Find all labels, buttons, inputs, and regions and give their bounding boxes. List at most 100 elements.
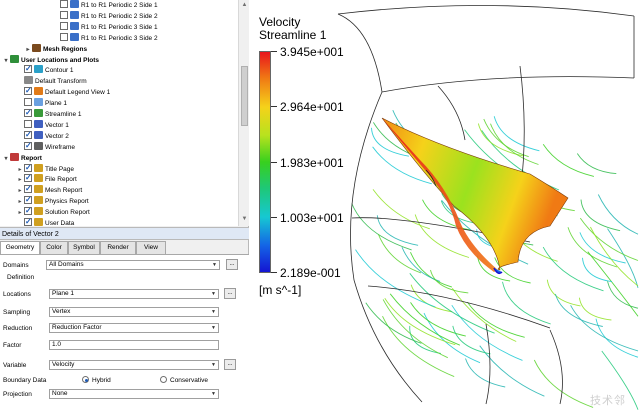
visibility-checkbox[interactable] (24, 107, 32, 118)
locations-select[interactable]: Plane 1 ▼ (49, 289, 219, 299)
geometry-form: Domains All Domains ▼ ... Definition Loc… (0, 254, 249, 416)
streamline-path (502, 281, 551, 325)
visibility-checkbox[interactable] (24, 119, 32, 128)
factor-input[interactable]: 1.0 (49, 340, 219, 350)
3d-scene[interactable] (250, 0, 640, 416)
mesh-regions-icon (32, 43, 41, 52)
factor-value: 1.0 (52, 341, 62, 348)
tab-symbol[interactable]: Symbol (68, 241, 100, 254)
tree-scrollbar[interactable]: ▲ ▼ (238, 0, 249, 226)
visibility-checkbox[interactable] (24, 63, 32, 74)
graphics-viewport[interactable]: Velocity Streamline 1 3.945e+001 2.964e+… (250, 0, 640, 416)
tree-item[interactable]: R1 to R1 Periodic 3 Side 2 (52, 32, 158, 44)
tree-item[interactable]: User Data (16, 216, 75, 226)
tree-item-label: User Data (45, 220, 75, 226)
visibility-checkbox[interactable] (60, 10, 68, 19)
visibility-checkbox[interactable] (60, 21, 68, 30)
legend-tick (271, 217, 277, 218)
tree-item[interactable]: ▸ Mesh Regions (24, 43, 87, 55)
details-panel-title: Details of Vector 2 (0, 227, 249, 240)
interface-icon (70, 10, 79, 19)
visibility-checkbox[interactable] (24, 162, 32, 173)
collapse-icon[interactable]: ▾ (2, 154, 10, 165)
legend-tick-label: 1.003e+001 (280, 211, 344, 225)
tree-item[interactable]: Plane 1 (16, 98, 67, 109)
variable-label: Variable (3, 362, 27, 369)
visibility-checkbox[interactable] (24, 216, 32, 226)
tab-view[interactable]: View (136, 241, 166, 254)
streamline-path (490, 123, 539, 165)
streamline-path (451, 288, 517, 342)
streamline-path (578, 297, 612, 321)
visibility-checkbox[interactable] (24, 85, 32, 96)
scroll-thumb[interactable] (241, 66, 248, 126)
visibility-checkbox[interactable] (60, 32, 68, 41)
plane-icon (34, 98, 43, 107)
visibility-checkbox[interactable] (24, 205, 32, 216)
streamline-path (401, 247, 441, 282)
hybrid-label: Hybrid (92, 377, 111, 384)
tree-item[interactable]: Vector 2 (16, 129, 69, 142)
tree-item[interactable]: ▾ Report (2, 152, 42, 165)
tree-item[interactable]: R1 to R1 Periodic 3 Side 1 (52, 21, 158, 33)
visibility-checkbox[interactable] (24, 194, 32, 205)
streamline-path (576, 153, 617, 175)
tree-item-label: Plane 1 (45, 100, 68, 108)
tree-item[interactable]: Vector 1 (16, 119, 69, 131)
streamline-path (384, 297, 456, 346)
variable-ellipsis-button[interactable]: ... (224, 359, 236, 370)
scroll-down-arrow-icon[interactable]: ▼ (240, 215, 249, 224)
chevron-down-icon: ▼ (211, 325, 216, 331)
mesh-report-icon (34, 185, 43, 194)
sampling-select[interactable]: Vertex ▼ (49, 307, 219, 317)
streamline-path (597, 194, 639, 235)
legend-max-label: 3.945e+001 (280, 45, 344, 59)
visibility-checkbox[interactable] (24, 140, 32, 151)
legend-title: Velocity Streamline 1 (259, 16, 326, 42)
tree-item[interactable]: Streamline 1 (16, 107, 82, 120)
visibility-checkbox[interactable] (24, 183, 32, 194)
tree-item-label: Contour 1 (45, 67, 74, 75)
physics-report-icon (34, 196, 43, 205)
streamline-path (365, 302, 422, 344)
legend-units: [m s^-1] (259, 283, 302, 297)
streamline-path (409, 325, 441, 354)
domains-ellipsis-button[interactable]: ... (226, 259, 238, 270)
domains-select[interactable]: All Domains ▼ (46, 260, 220, 270)
legend-tick (271, 51, 277, 52)
tree-item[interactable]: ▾ User Locations and Plots (2, 54, 99, 67)
collapse-icon[interactable]: ▾ (2, 56, 10, 67)
visibility-checkbox[interactable] (60, 0, 68, 8)
solution-report-icon (34, 207, 43, 216)
projection-select[interactable]: None ▼ (49, 389, 219, 399)
blade-surface (381, 117, 569, 275)
tree-item-label: Vector 2 (45, 132, 69, 140)
streamline-path (590, 226, 639, 287)
scroll-up-arrow-icon[interactable]: ▲ (240, 1, 249, 10)
reduction-label: Reduction (3, 325, 33, 332)
visibility-checkbox[interactable] (24, 129, 32, 140)
visibility-checkbox[interactable] (24, 172, 32, 183)
file-report-icon (34, 174, 43, 183)
factor-label: Factor (3, 342, 22, 349)
tree-item[interactable]: Default Legend View 1 (16, 85, 110, 98)
streamline-path (533, 359, 594, 408)
visibility-checkbox[interactable] (24, 98, 32, 107)
tab-geometry[interactable]: Geometry (0, 241, 40, 255)
variable-select[interactable]: Velocity ▼ (49, 360, 219, 370)
reduction-select[interactable]: Reduction Factor ▼ (49, 323, 219, 333)
tree-item[interactable]: R1 to R1 Periodic 2 Side 1 (52, 0, 158, 11)
reduction-value: Reduction Factor (52, 324, 102, 331)
interface-icon (70, 21, 79, 30)
hybrid-radio[interactable]: Hybrid (82, 376, 111, 384)
streamline-path (607, 281, 639, 309)
legend-tick-label: 1.983e+001 (280, 156, 344, 170)
locations-ellipsis-button[interactable]: ... (224, 288, 236, 299)
conservative-radio[interactable]: Conservative (160, 376, 208, 384)
streamline-path (409, 273, 495, 334)
tab-render[interactable]: Render (100, 241, 136, 254)
tab-color[interactable]: Color (40, 241, 68, 254)
tree-item[interactable]: Wireframe (16, 140, 75, 153)
tree-item[interactable]: Contour 1 (16, 63, 74, 76)
tree-item[interactable]: R1 to R1 Periodic 2 Side 2 (52, 10, 158, 22)
